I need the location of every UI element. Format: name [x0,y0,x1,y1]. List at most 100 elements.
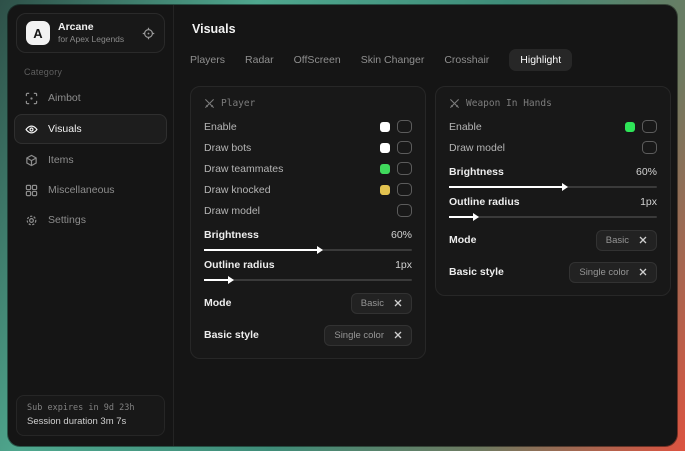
toggle-row-draw-model: Draw model [449,137,657,158]
slider-value: 60% [391,229,412,241]
grid-icon [25,184,38,197]
tag-label: Mode [449,234,476,246]
color-swatch[interactable] [380,185,390,195]
toggle-row-draw-model: Draw model [204,200,412,221]
basic-style-tag-row: Basic style Single color [204,325,412,345]
outline-radius-slider-row: Outline radius 1px [449,196,657,218]
slider-thumb[interactable] [473,213,479,221]
slider[interactable] [449,186,657,188]
slider-thumb[interactable] [317,246,323,254]
checkbox[interactable] [397,183,412,196]
slider[interactable] [204,279,412,281]
close-icon[interactable] [394,299,402,307]
color-swatch[interactable] [380,143,390,153]
sidebar-item-miscellaneous[interactable]: Miscellaneous [14,176,167,204]
sidebar-item-settings[interactable]: Settings [14,206,167,234]
close-icon[interactable] [639,268,647,276]
slider-thumb[interactable] [562,183,568,191]
sidebar-item-items[interactable]: Items [14,146,167,174]
tag-label: Basic style [204,329,259,341]
slider-value: 1px [640,196,657,208]
mode-tag-row: Mode Basic [449,230,657,250]
toggle-label: Draw model [449,142,505,154]
toggle-row-enable: Enable [449,116,657,137]
sidebar-item-label: Aimbot [48,92,81,104]
crossed-swords-icon [449,98,460,109]
subscription-card: Sub expires in 9d 23h Session duration 3… [16,395,165,436]
slider-label: Outline radius [449,196,520,208]
player-panel: Player Enable Draw bots [190,86,426,359]
tab-crosshair[interactable]: Crosshair [444,54,489,66]
brightness-slider-row: Brightness 60% [449,166,657,188]
tab-radar[interactable]: Radar [245,54,274,66]
color-swatch[interactable] [380,122,390,132]
basic-style-tag-row: Basic style Single color [449,262,657,282]
sidebar-item-visuals[interactable]: Visuals [14,114,167,144]
sidebar-item-aimbot[interactable]: Aimbot [14,84,167,112]
player-panel-title: Player [204,98,412,109]
toggle-label: Draw bots [204,142,251,154]
gear-icon [25,214,38,227]
target-icon[interactable] [142,27,155,40]
sidebar-nav: Aimbot Visuals Items [8,84,173,234]
panels-row: Player Enable Draw bots [190,86,671,359]
slider-thumb[interactable] [228,276,234,284]
app-subtitle: for Apex Legends [58,34,134,45]
tab-offscreen[interactable]: OffScreen [294,54,341,66]
toggle-row-enable: Enable [204,116,412,137]
slider-label: Brightness [204,229,259,241]
checkbox[interactable] [397,120,412,133]
weapon-panel-title: Weapon In Hands [449,98,657,109]
close-icon[interactable] [394,331,402,339]
toggle-label: Draw model [204,205,260,217]
page-title: Visuals [192,22,671,36]
mode-tag[interactable]: Basic [351,293,412,314]
sidebar: A Arcane for Apex Legends Category [8,5,174,446]
basic-style-tag[interactable]: Single color [569,262,657,283]
sub-expires-text: Sub expires in 9d 23h [27,403,154,413]
eye-icon [25,123,38,136]
crossed-swords-icon [204,98,215,109]
slider[interactable] [449,216,657,218]
checkbox[interactable] [397,141,412,154]
color-swatch[interactable] [380,164,390,174]
app-header-card: A Arcane for Apex Legends [16,13,165,53]
tab-players[interactable]: Players [190,54,225,66]
main-content: Visuals Players Radar OffScreen Skin Cha… [174,5,677,446]
toggle-row-draw-bots: Draw bots [204,137,412,158]
app-window: A Arcane for Apex Legends Category [8,5,677,446]
app-title: Arcane [58,21,134,34]
tab-skin-changer[interactable]: Skin Changer [361,54,425,66]
slider[interactable] [204,249,412,251]
toggle-label: Enable [204,121,237,133]
basic-style-tag[interactable]: Single color [324,325,412,346]
toggle-label: Enable [449,121,482,133]
outline-radius-slider-row: Outline radius 1px [204,259,412,281]
slider-label: Outline radius [204,259,275,271]
crosshair-icon [25,92,38,105]
toggle-label: Draw teammates [204,163,283,175]
tag-label: Mode [204,297,231,309]
toggle-row-draw-teammates: Draw teammates [204,158,412,179]
slider-value: 1px [395,259,412,271]
checkbox[interactable] [397,162,412,175]
slider-label: Brightness [449,166,504,178]
category-label: Category [24,67,173,77]
tab-highlight[interactable]: Highlight [509,49,572,71]
tab-bar: Players Radar OffScreen Skin Changer Cro… [190,49,671,71]
tag-label: Basic style [449,266,504,278]
color-swatch[interactable] [625,122,635,132]
sidebar-item-label: Items [48,154,74,166]
checkbox[interactable] [642,120,657,133]
cube-icon [25,154,38,167]
mode-tag[interactable]: Basic [596,230,657,251]
sidebar-item-label: Miscellaneous [48,184,115,196]
toggle-row-draw-knocked: Draw knocked [204,179,412,200]
checkbox[interactable] [397,204,412,217]
app-logo: A [26,21,50,45]
close-icon[interactable] [639,236,647,244]
toggle-label: Draw knocked [204,184,271,196]
checkbox[interactable] [642,141,657,154]
brightness-slider-row: Brightness 60% [204,229,412,251]
mode-tag-row: Mode Basic [204,293,412,313]
